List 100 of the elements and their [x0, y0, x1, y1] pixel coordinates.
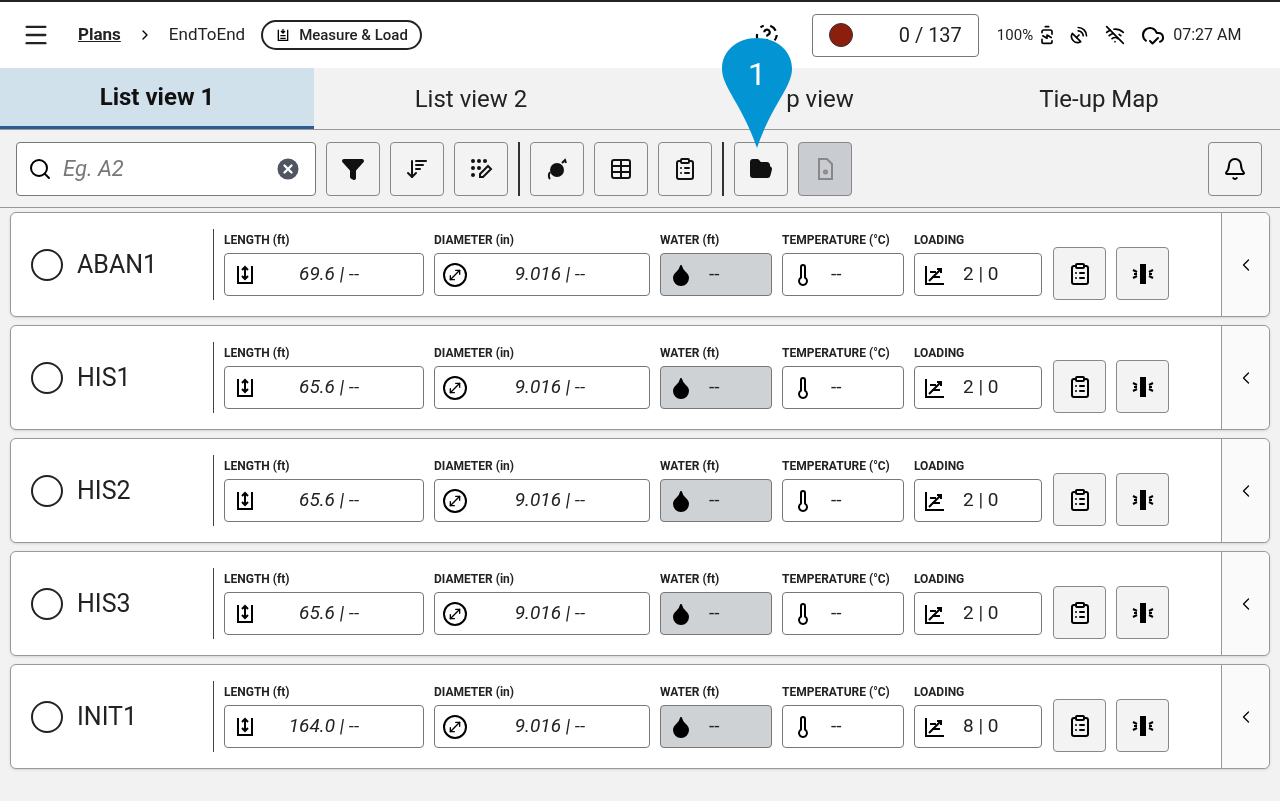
- tab[interactable]: List view 1: [0, 68, 314, 129]
- value-field[interactable]: --: [782, 366, 904, 409]
- field-value: --: [709, 374, 720, 401]
- value-field[interactable]: 9.016 | --: [434, 592, 650, 635]
- battery-level: 100%: [996, 24, 1034, 46]
- value-field[interactable]: 69.6 | --: [224, 253, 424, 296]
- search-field[interactable]: Eg. A2: [16, 141, 316, 196]
- field-label: DIAMETER (in): [434, 572, 515, 586]
- filter-icon: [341, 156, 365, 181]
- field-value: 2 | 0: [963, 600, 999, 627]
- value-field[interactable]: --: [782, 253, 904, 296]
- field-label: LOADING: [914, 572, 966, 586]
- tab[interactable]: Tie-up Map: [942, 68, 1256, 129]
- item-name: HIS1: [77, 361, 131, 394]
- broken-bar-icon: [1130, 374, 1155, 399]
- break-button[interactable]: [1116, 247, 1169, 300]
- clipboard-button[interactable]: [1053, 247, 1106, 300]
- radio-button[interactable]: [31, 248, 63, 281]
- field-value: --: [831, 261, 842, 288]
- value-field[interactable]: 2 | 0: [914, 253, 1042, 296]
- clipboard-button[interactable]: [1053, 586, 1106, 639]
- radio-button[interactable]: [31, 474, 63, 507]
- clipboard-button[interactable]: [1053, 699, 1106, 752]
- table-button[interactable]: [594, 141, 648, 196]
- value-field[interactable]: --: [782, 479, 904, 522]
- break-button[interactable]: [1116, 699, 1169, 752]
- field-value: 65.6 | --: [299, 374, 359, 401]
- break-button[interactable]: [1116, 586, 1169, 639]
- notifications-button[interactable]: [1208, 141, 1262, 196]
- bell-icon: [1223, 156, 1247, 181]
- diameter-icon: [443, 601, 467, 626]
- field-value: 65.6 | --: [299, 487, 359, 514]
- field-label: DIAMETER (in): [434, 685, 515, 699]
- field-label: TEMPERATURE (°C): [782, 685, 891, 699]
- value-field[interactable]: 9.016 | --: [434, 366, 650, 409]
- dots-edit-button[interactable]: [454, 141, 508, 196]
- wifi-off-icon: [1105, 25, 1126, 45]
- diameter-icon: [443, 375, 467, 400]
- broken-bar-icon: [1130, 600, 1155, 625]
- field-value: 2 | 0: [963, 374, 999, 401]
- filter-button[interactable]: [326, 141, 380, 196]
- value-field[interactable]: --: [782, 705, 904, 748]
- diameter-icon: [443, 714, 467, 739]
- value-field[interactable]: 2 | 0: [914, 592, 1042, 635]
- clipboard-button[interactable]: [1053, 360, 1106, 413]
- field-value: 164.0 | --: [288, 713, 359, 740]
- broken-bar-icon: [1130, 487, 1155, 512]
- value-field[interactable]: 2 | 0: [914, 366, 1042, 409]
- field-value: 9.016 | --: [514, 713, 585, 740]
- radio-button[interactable]: [31, 700, 63, 733]
- breadcrumb-current: EndToEnd: [168, 23, 246, 47]
- radio-button[interactable]: [31, 361, 63, 394]
- ball-icon: [545, 156, 569, 181]
- field-label: DIAMETER (in): [434, 233, 515, 247]
- table-icon: [609, 156, 633, 181]
- dots-pencil-icon: [469, 156, 493, 181]
- value-field[interactable]: 9.016 | --: [434, 253, 650, 296]
- clipboard-button[interactable]: [1053, 473, 1106, 526]
- broken-bar-icon: [1130, 713, 1155, 738]
- break-button[interactable]: [1116, 360, 1169, 413]
- record-counter[interactable]: 0 / 137: [811, 13, 979, 57]
- field-value: --: [709, 600, 720, 627]
- mode-label: Measure & Load: [299, 24, 408, 46]
- field-label: LENGTH (ft): [224, 346, 291, 360]
- value-field[interactable]: 65.6 | --: [224, 592, 424, 635]
- field-label: LOADING: [914, 459, 966, 473]
- value-field[interactable]: 164.0 | --: [224, 705, 424, 748]
- value-field[interactable]: 8 | 0: [914, 705, 1042, 748]
- field-value: 2 | 0: [963, 261, 999, 288]
- tab[interactable]: List view 2: [314, 68, 628, 129]
- field-label: TEMPERATURE (°C): [782, 346, 891, 360]
- field-label: TEMPERATURE (°C): [782, 233, 891, 247]
- value-field[interactable]: 65.6 | --: [224, 479, 424, 522]
- clipboard-icon: [673, 156, 697, 181]
- value-field[interactable]: 65.6 | --: [224, 366, 424, 409]
- field-label: DIAMETER (in): [434, 346, 515, 360]
- folder-button[interactable]: [734, 141, 788, 196]
- broken-bar-icon: [1130, 261, 1155, 286]
- radio-button[interactable]: [31, 587, 63, 620]
- field-label: TEMPERATURE (°C): [782, 572, 891, 586]
- field-value: 65.6 | --: [299, 600, 359, 627]
- field-value: --: [709, 713, 720, 740]
- value-field[interactable]: 2 | 0: [914, 479, 1042, 522]
- field-label: WATER (ft): [660, 685, 721, 699]
- value-field[interactable]: --: [782, 592, 904, 635]
- ball-button[interactable]: [530, 141, 584, 196]
- field-label: WATER (ft): [660, 346, 721, 360]
- clipboard-button[interactable]: [658, 141, 712, 196]
- field-value: 9.016 | --: [514, 600, 585, 627]
- field-label: WATER (ft): [660, 459, 721, 473]
- sort-button[interactable]: [390, 141, 444, 196]
- value-field[interactable]: 9.016 | --: [434, 479, 650, 522]
- field-label: WATER (ft): [660, 572, 721, 586]
- clock-time: 07:27 AM: [1173, 24, 1242, 46]
- breadcrumb-link[interactable]: Plans: [78, 22, 121, 48]
- field-value: 9.016 | --: [514, 487, 585, 514]
- break-button[interactable]: [1116, 473, 1169, 526]
- field-value: 9.016 | --: [514, 261, 585, 288]
- value-field[interactable]: 9.016 | --: [434, 705, 650, 748]
- item-name: INIT1: [77, 700, 138, 733]
